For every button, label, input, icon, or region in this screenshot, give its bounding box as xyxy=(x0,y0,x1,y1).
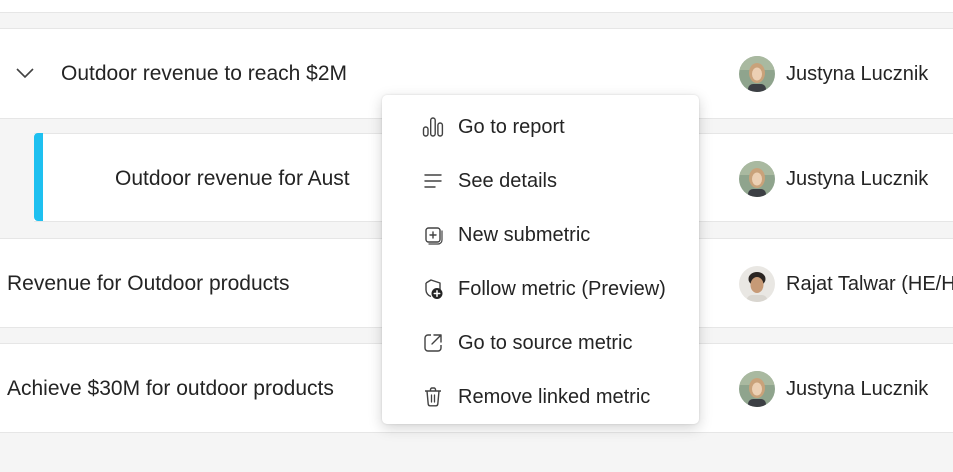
avatar xyxy=(739,266,775,302)
chevron-down-icon[interactable] xyxy=(14,62,36,84)
menu-item-see-details[interactable]: See details xyxy=(382,154,699,208)
open-external-icon xyxy=(424,334,442,352)
bar-chart-icon xyxy=(422,117,444,137)
menu-item-label: New submetric xyxy=(458,223,591,246)
add-square-icon xyxy=(425,227,443,245)
owner-name: Rajat Talwar (HE/H xyxy=(786,272,953,295)
trash-icon xyxy=(425,387,441,407)
avatar xyxy=(739,371,775,407)
metric-name[interactable]: Outdoor revenue to reach $2M xyxy=(61,62,347,86)
menu-item-go-to-source-metric[interactable]: Go to source metric xyxy=(382,316,699,370)
menu-item-label: Go to source metric xyxy=(458,331,633,354)
metric-owner[interactable]: Justyna Lucznik xyxy=(739,56,928,92)
menu-item-go-to-report[interactable]: Go to report xyxy=(382,100,699,154)
metric-name[interactable]: Outdoor revenue for Aust xyxy=(115,167,350,191)
submetric-accent-bar xyxy=(34,133,43,221)
menu-item-remove-linked-metric[interactable]: Remove linked metric xyxy=(382,370,699,424)
owner-name: Justyna Lucznik xyxy=(786,377,929,400)
avatar xyxy=(739,56,775,92)
owner-name: Justyna Lucznik xyxy=(786,167,929,190)
menu-item-label: Go to report xyxy=(458,115,565,138)
menu-item-label: See details xyxy=(458,169,557,192)
text-lines-icon xyxy=(424,174,442,188)
previous-row xyxy=(0,0,953,13)
context-menu: Go to report See details New submetric F… xyxy=(382,95,699,424)
menu-item-follow-metric[interactable]: Follow metric (Preview) xyxy=(382,262,699,316)
avatar xyxy=(739,161,775,197)
follow-icon xyxy=(425,279,443,299)
menu-item-new-submetric[interactable]: New submetric xyxy=(382,208,699,262)
metric-name[interactable]: Revenue for Outdoor products xyxy=(7,272,290,296)
menu-item-label: Follow metric (Preview) xyxy=(458,277,666,300)
metric-name[interactable]: Achieve $30M for outdoor products xyxy=(7,377,334,401)
metric-owner[interactable]: Justyna Lucznik xyxy=(739,371,928,407)
metric-owner[interactable]: Justyna Lucznik xyxy=(739,161,928,197)
metric-owner[interactable]: Rajat Talwar (HE/H xyxy=(739,266,953,302)
menu-item-label: Remove linked metric xyxy=(458,385,651,408)
owner-name: Justyna Lucznik xyxy=(786,62,929,85)
